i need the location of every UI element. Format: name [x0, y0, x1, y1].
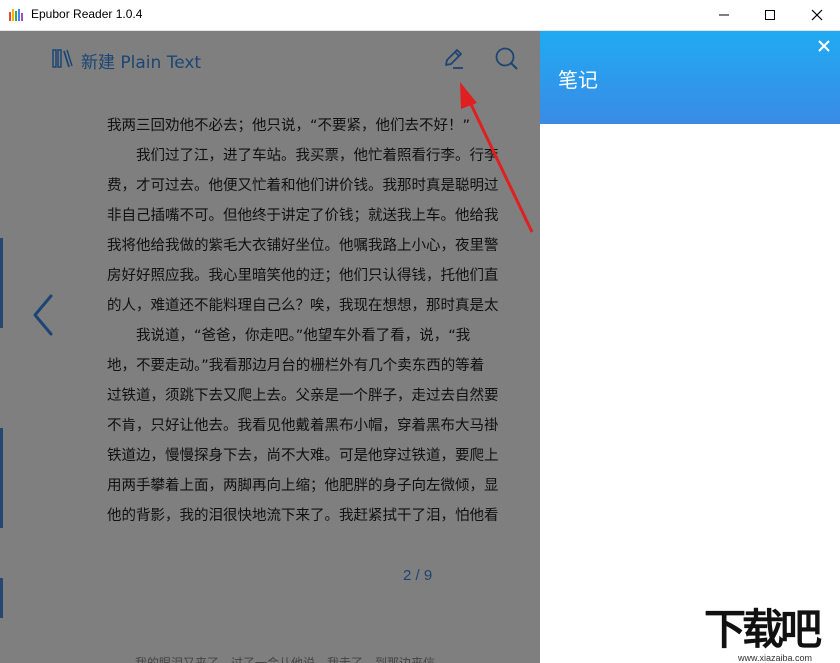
app-logo-icon	[9, 9, 23, 21]
library-icon[interactable]	[52, 48, 74, 68]
text-line: 房好好照应我。我心里暗笑他的迂；他们只认得钱，托他们直	[107, 268, 499, 284]
text-line: 我们过了江，进了车站。我买票，他忙着照看行李。行李	[107, 148, 499, 164]
book-title: 新建 Plain Text	[81, 53, 202, 73]
watermark-logo: 下载吧	[704, 605, 822, 654]
sidebar-strip	[0, 88, 6, 663]
reader-view: 新建 Plain Text 我两三回劝他不必去；他只说，“不要紧，他们去不好！”…	[0, 31, 540, 663]
close-icon	[811, 9, 823, 21]
window-title: Epubor Reader 1.0.4	[31, 7, 143, 21]
text-line: 费，才可过去。他便又忙着和他们讲价钱。我那时真是聪明过	[107, 178, 499, 194]
text-line: 不肯，只好让他去。我看见他戴着黑布小帽，穿着黑布大马褂	[107, 418, 499, 434]
notes-header: 笔记	[540, 31, 840, 124]
watermark: 下载吧 www.xiazaiba.com	[704, 606, 838, 663]
text-line: 他的背影，我的泪很快地流下来了。我赶紧拭干了泪，怕他看	[107, 508, 499, 524]
next-page-peek: 我的眼泪又来了。过了一会儿他说，我走了，到那边来信	[135, 656, 436, 663]
page-content: 我两三回劝他不必去；他只说，“不要紧，他们去不好！” 我们过了江，进了车站。我买…	[107, 111, 540, 531]
notes-title: 笔记	[558, 68, 598, 92]
close-icon[interactable]	[816, 38, 832, 54]
maximize-button[interactable]	[747, 0, 793, 30]
reader-toolbar: 新建 Plain Text	[0, 31, 540, 88]
close-window-button[interactable]	[794, 0, 840, 30]
strip-marker	[0, 578, 3, 618]
text-line: 用两手攀着上面，两脚再向上缩；他肥胖的身子向左微倾，显	[107, 478, 499, 494]
strip-marker	[0, 428, 3, 528]
maximize-icon	[765, 10, 775, 20]
page-indicator: 2 / 9	[403, 567, 433, 584]
text-line: 过铁道，须跳下去又爬上去。父亲是一个胖子，走过去自然要	[107, 388, 499, 404]
strip-marker	[0, 238, 3, 328]
watermark-url: www.xiazaiba.com	[738, 653, 813, 663]
minimize-icon	[719, 14, 729, 16]
window-titlebar: Epubor Reader 1.0.4	[0, 0, 840, 31]
notes-panel: 笔记	[540, 31, 840, 663]
minimize-button[interactable]	[701, 0, 747, 30]
search-icon[interactable]	[494, 46, 520, 72]
text-line: 铁道边，慢慢探身下去，尚不大难。可是他穿过铁道，要爬上	[107, 448, 499, 464]
text-line: 的人，难道还不能料理自己么？唉，我现在想想，那时真是太	[107, 298, 499, 314]
prev-page-arrow-icon[interactable]	[30, 293, 56, 337]
text-line: 我将他给我做的紫毛大衣铺好坐位。他嘱我路上小心，夜里警	[107, 238, 499, 254]
pen-icon[interactable]	[440, 46, 466, 72]
text-line: 地，不要走动。”我看那边月台的栅栏外有几个卖东西的等着	[107, 358, 485, 374]
text-line: 我说道，“爸爸，你走吧。”他望车外看了看，说，“我	[107, 328, 471, 344]
text-line: 我两三回劝他不必去；他只说，“不要紧，他们去不好！”	[107, 118, 471, 134]
text-line: 非自己插嘴不可。但他终于讲定了价钱；就送我上车。他给我	[107, 208, 499, 224]
